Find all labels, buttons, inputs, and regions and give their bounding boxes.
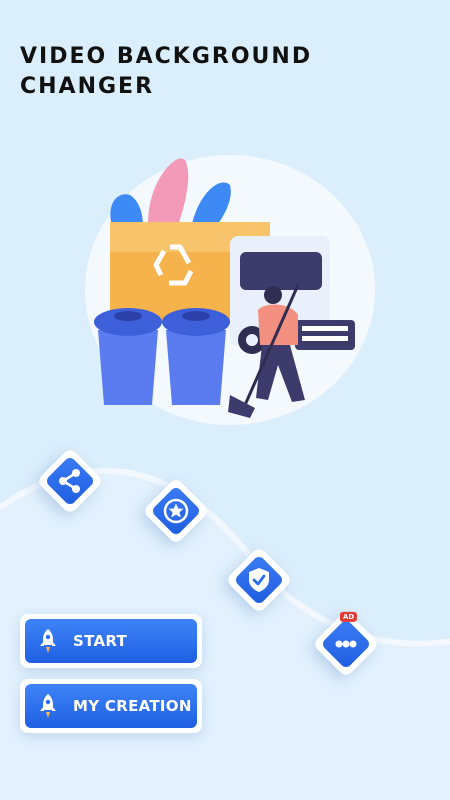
privacy-shield-icon (249, 568, 269, 592)
recycle-truck-illustration (85, 155, 375, 425)
my-creation-button-label: MY CREATION (73, 697, 192, 715)
app-title-line2: CHANGER (20, 74, 155, 99)
start-button[interactable]: START (25, 619, 197, 663)
share-icon (59, 469, 80, 493)
ad-badge: AD (339, 611, 358, 622)
app-title: VIDEO BACKGROUND CHANGER (20, 42, 312, 102)
rocket-icon (40, 694, 56, 718)
rocket-icon (40, 629, 56, 653)
start-button-frame: START (20, 614, 202, 668)
start-button-label: START (73, 632, 128, 650)
my-creation-button[interactable]: MY CREATION (25, 684, 197, 728)
more-apps-icon (335, 640, 357, 648)
star-rate-icon (163, 498, 189, 524)
app-title-line1: VIDEO BACKGROUND (20, 44, 313, 69)
my-creation-button-frame: MY CREATION (20, 679, 202, 733)
